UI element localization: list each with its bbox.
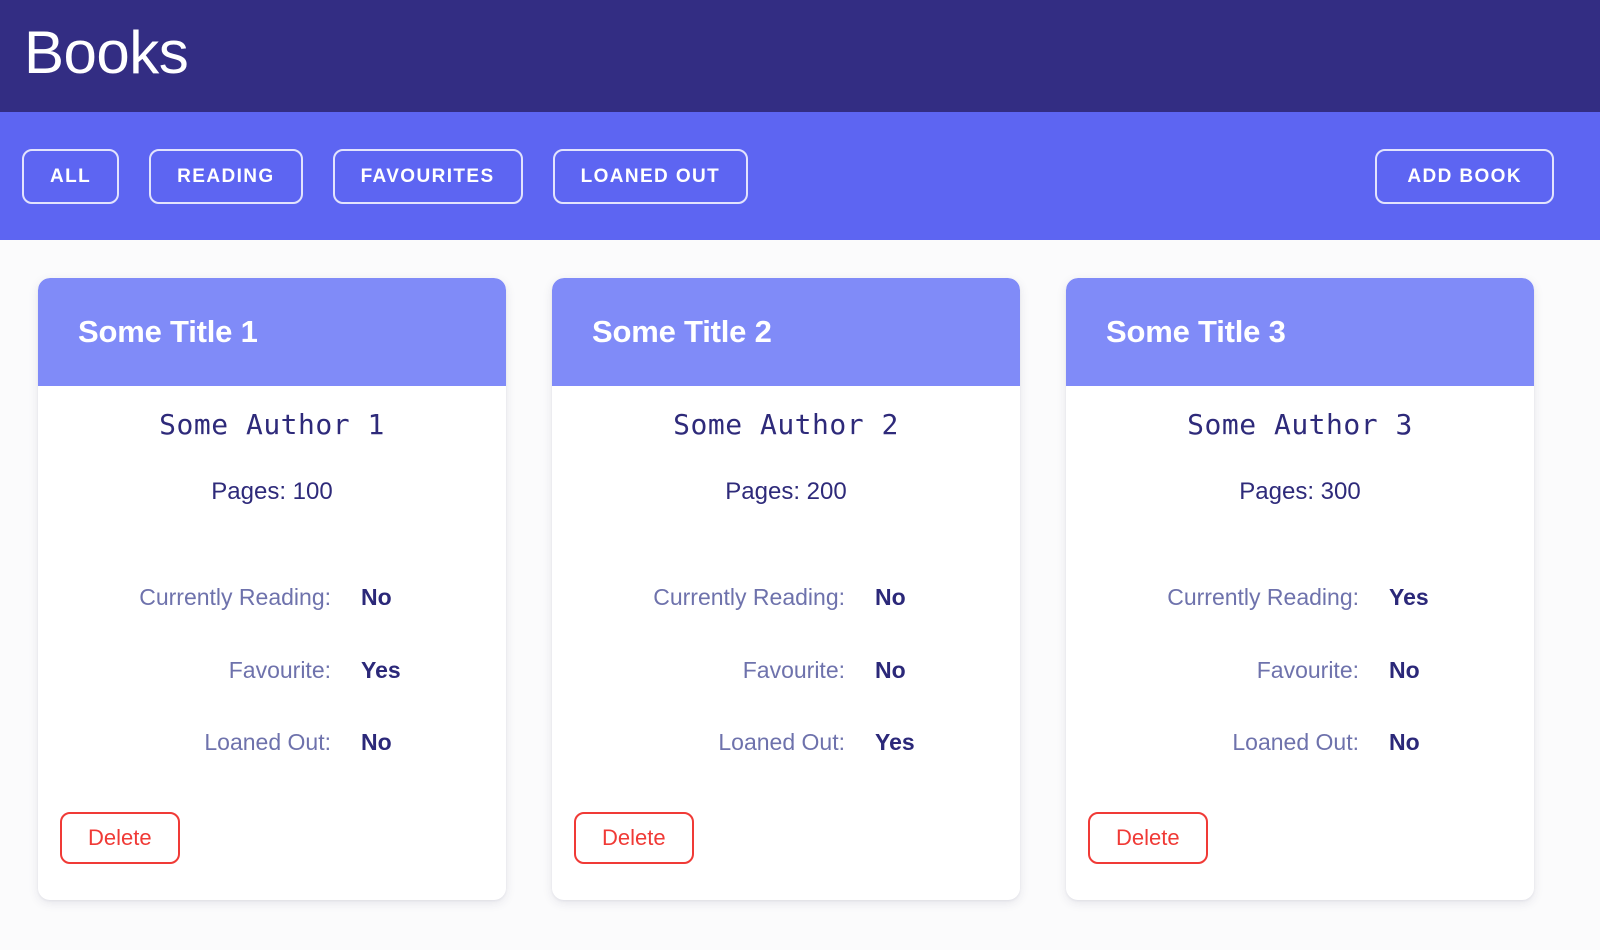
book-author: Some Author 2 xyxy=(673,408,899,441)
attribute-row-currently-reading: Currently Reading: Yes xyxy=(1066,584,1534,610)
attribute-row-currently-reading: Currently Reading: No xyxy=(552,584,1020,610)
delete-book-button[interactable]: Delete xyxy=(1088,811,1208,864)
delete-book-button[interactable]: Delete xyxy=(60,811,180,864)
attribute-value-currently-reading: No xyxy=(875,584,906,611)
attribute-value-loaned-out: No xyxy=(361,729,392,756)
attribute-label-loaned-out: Loaned Out: xyxy=(204,729,331,756)
attribute-row-favourite: Favourite: No xyxy=(552,657,1020,683)
book-pages: Pages: 300 xyxy=(1239,477,1361,505)
book-card-body: Some Author 2 Pages: 200 Currently Readi… xyxy=(552,386,1020,900)
book-attribute-list: Currently Reading: No Favourite: No Loan… xyxy=(552,584,1020,755)
attribute-value-favourite: No xyxy=(875,656,906,683)
book-card-grid: Some Title 1 Some Author 1 Pages: 100 Cu… xyxy=(0,240,1600,900)
attribute-label-currently-reading: Currently Reading: xyxy=(653,584,845,611)
filter-button-loaned-out[interactable]: LOANED OUT xyxy=(552,148,749,204)
book-card-body: Some Author 3 Pages: 300 Currently Readi… xyxy=(1066,386,1534,900)
book-title: Some Title 1 xyxy=(78,313,258,349)
attribute-row-favourite: Favourite: No xyxy=(1066,657,1534,683)
book-card-body: Some Author 1 Pages: 100 Currently Readi… xyxy=(38,386,506,900)
book-card-header: Some Title 3 xyxy=(1066,278,1534,386)
attribute-label-currently-reading: Currently Reading: xyxy=(1167,584,1359,611)
book-card: Some Title 2 Some Author 2 Pages: 200 Cu… xyxy=(552,278,1020,900)
book-card-footer: Delete xyxy=(38,772,506,900)
book-card-footer: Delete xyxy=(552,772,1020,900)
attribute-value-currently-reading: Yes xyxy=(1389,584,1429,611)
book-pages: Pages: 200 xyxy=(725,477,847,505)
attribute-row-currently-reading: Currently Reading: No xyxy=(38,584,506,610)
attribute-value-loaned-out: Yes xyxy=(875,729,915,756)
book-card-header: Some Title 2 xyxy=(552,278,1020,386)
book-card: Some Title 1 Some Author 1 Pages: 100 Cu… xyxy=(38,278,506,900)
book-title: Some Title 3 xyxy=(1106,313,1286,349)
attribute-label-favourite: Favourite: xyxy=(742,656,845,683)
filter-button-favourites[interactable]: FAVOURITES xyxy=(332,148,523,204)
book-pages: Pages: 100 xyxy=(211,477,333,505)
book-attribute-list: Currently Reading: No Favourite: Yes Loa… xyxy=(38,584,506,755)
book-attribute-list: Currently Reading: Yes Favourite: No Loa… xyxy=(1066,584,1534,755)
attribute-row-favourite: Favourite: Yes xyxy=(38,657,506,683)
attribute-value-currently-reading: No xyxy=(361,584,392,611)
attribute-label-loaned-out: Loaned Out: xyxy=(1232,729,1359,756)
filter-nav-bar: ALL READING FAVOURITES LOANED OUT ADD BO… xyxy=(0,112,1600,240)
attribute-row-loaned-out: Loaned Out: Yes xyxy=(552,729,1020,755)
book-author: Some Author 1 xyxy=(159,408,385,441)
app-header: Books xyxy=(0,0,1600,112)
filter-button-all[interactable]: ALL xyxy=(22,148,120,204)
attribute-row-loaned-out: Loaned Out: No xyxy=(1066,729,1534,755)
attribute-value-favourite: No xyxy=(1389,656,1420,683)
attribute-label-currently-reading: Currently Reading: xyxy=(139,584,331,611)
attribute-label-favourite: Favourite: xyxy=(1256,656,1359,683)
attribute-row-loaned-out: Loaned Out: No xyxy=(38,729,506,755)
book-card-header: Some Title 1 xyxy=(38,278,506,386)
add-book-button[interactable]: ADD BOOK xyxy=(1375,148,1554,204)
book-author: Some Author 3 xyxy=(1187,408,1413,441)
book-card-footer: Delete xyxy=(1066,772,1534,900)
attribute-value-loaned-out: No xyxy=(1389,729,1420,756)
book-card: Some Title 3 Some Author 3 Pages: 300 Cu… xyxy=(1066,278,1534,900)
attribute-value-favourite: Yes xyxy=(361,656,401,683)
book-title: Some Title 2 xyxy=(592,313,772,349)
filter-button-reading[interactable]: READING xyxy=(149,148,303,204)
attribute-label-loaned-out: Loaned Out: xyxy=(718,729,845,756)
attribute-label-favourite: Favourite: xyxy=(228,656,331,683)
page-title: Books xyxy=(24,19,189,86)
delete-book-button[interactable]: Delete xyxy=(574,811,694,864)
